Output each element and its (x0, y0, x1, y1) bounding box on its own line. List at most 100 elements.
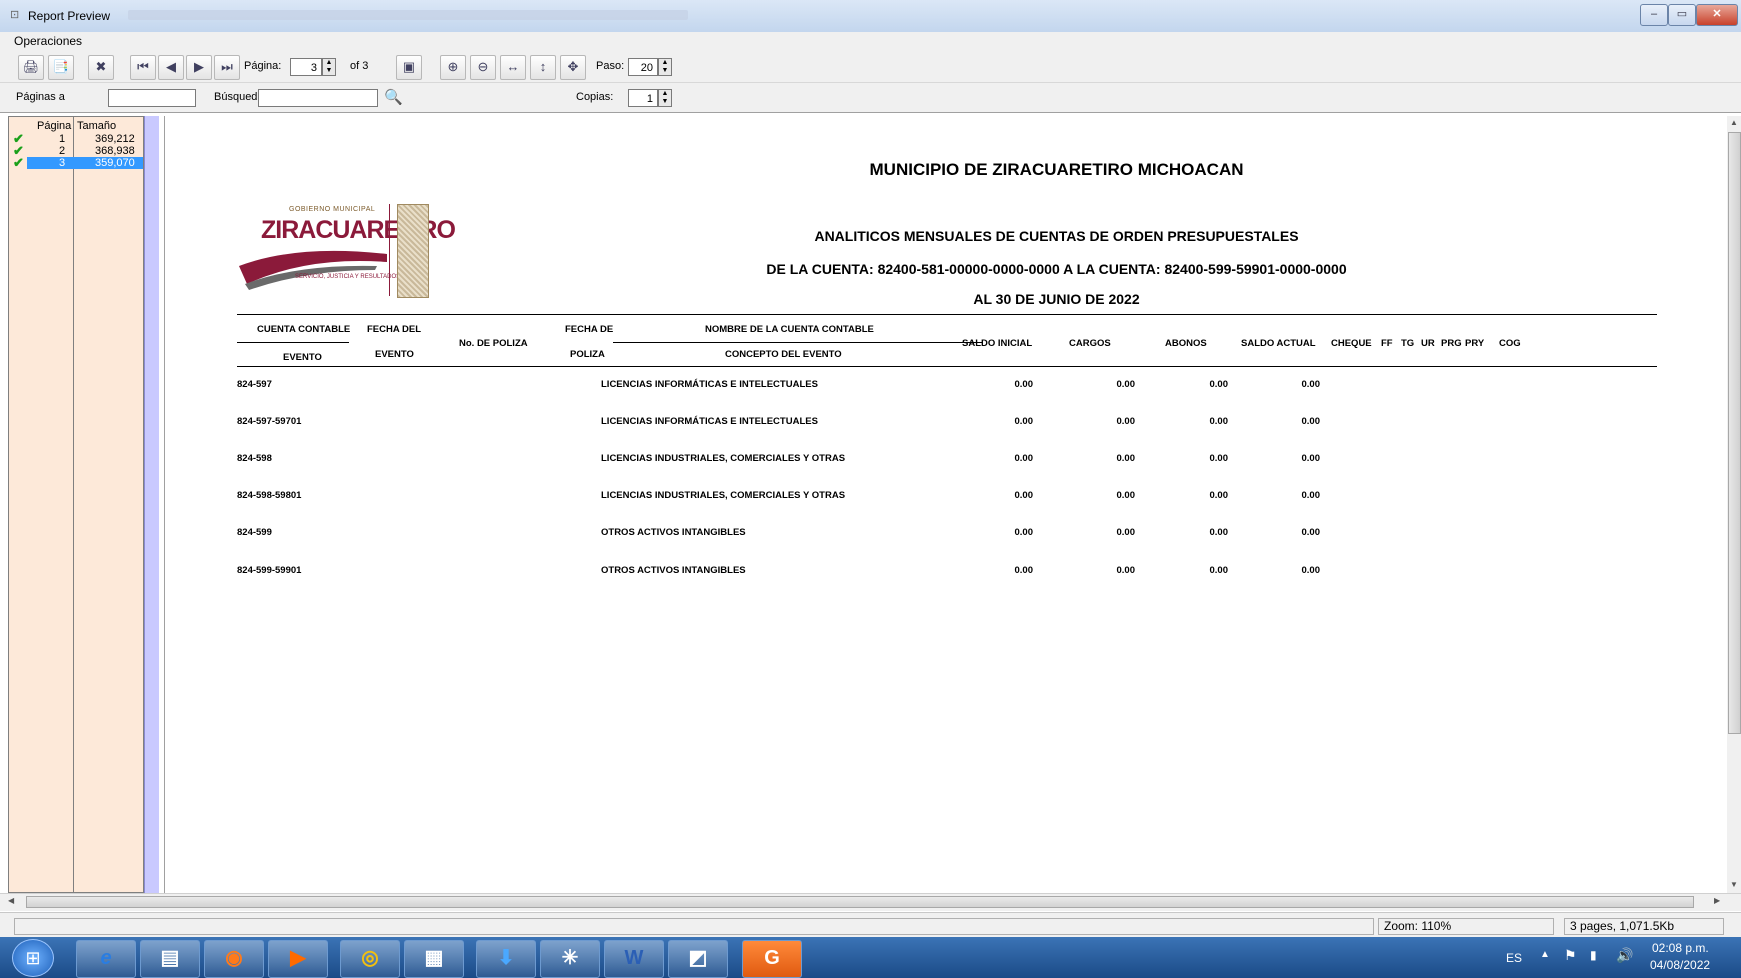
vertical-scrollbar[interactable]: ▲ ▼ (1727, 116, 1741, 893)
pdf-app-icon[interactable]: G (742, 940, 802, 978)
row-cuenta: 824-598-59801 (237, 490, 302, 501)
fit-height-icon[interactable]: ↕ (530, 55, 556, 80)
menu-operaciones[interactable]: Operaciones (14, 34, 82, 48)
horizontal-scroll-thumb[interactable] (26, 896, 1694, 908)
internet-explorer-icon[interactable]: e (76, 940, 136, 978)
print-icon[interactable]: 🖨 (18, 55, 44, 80)
paginas-label: Páginas a (16, 91, 65, 103)
column-divider (73, 117, 74, 892)
copias-label: Copias: (576, 91, 614, 103)
col-fecha-de: FECHA DE (565, 324, 614, 335)
word-icon[interactable]: W (604, 940, 664, 978)
volume-icon[interactable]: 🔊 (1616, 947, 1633, 964)
row-cuenta: 824-599-59901 (237, 565, 302, 576)
row-cuenta: 824-599 (237, 527, 272, 538)
copias-input[interactable]: 1 (628, 89, 658, 107)
print-setup-icon[interactable]: 📑 (48, 55, 74, 80)
scroll-down-icon[interactable]: ▼ (1730, 880, 1738, 889)
row-nombre: LICENCIAS INFORMÁTICAS E INTELECTUALES (601, 416, 818, 427)
row-saldo-actual: 0.00 (1301, 565, 1321, 576)
report-page: GOBIERNO MUNICIPAL ZIRACUARETIRO SERVICI… (164, 116, 1728, 893)
col-pagina-header: Página (37, 120, 72, 132)
scroll-right-icon[interactable]: ▶ (1714, 896, 1720, 905)
row-abonos: 0.00 (1209, 490, 1229, 501)
paginas-input[interactable] (108, 89, 196, 107)
row-saldo-inicial: 0.00 (1014, 379, 1034, 390)
coat-of-arms-icon (397, 204, 429, 298)
next-page-icon[interactable]: ▶ (186, 55, 212, 80)
close-preview-icon[interactable]: ✖ (88, 55, 114, 80)
row-cargos: 0.00 (1116, 527, 1136, 538)
row-nombre: OTROS ACTIVOS INTANGIBLES (601, 565, 746, 576)
start-button[interactable]: ⊞ (12, 939, 54, 977)
file-explorer-icon[interactable]: ▤ (140, 940, 200, 978)
chrome-icon[interactable]: ◎ (340, 940, 400, 978)
col-abonos: ABONOS (1165, 338, 1207, 349)
col-pry: PRY (1465, 338, 1485, 349)
scroll-up-icon[interactable]: ▲ (1730, 118, 1738, 127)
page-spinner-arrows[interactable]: ▲ ▼ (322, 58, 336, 76)
paso-input[interactable]: 20 (628, 58, 658, 76)
network-app-icon[interactable]: ✳ (540, 940, 600, 978)
logo-divider (389, 204, 390, 296)
row-abonos: 0.00 (1209, 416, 1229, 427)
clock-date[interactable]: 04/08/2022 (1650, 958, 1710, 972)
row-nombre: LICENCIAS INDUSTRIALES, COMERCIALES Y OT… (601, 453, 846, 464)
col-concepto: CONCEPTO DEL EVENTO (725, 349, 842, 360)
title-bar: ⊡ Report Preview – ▭ ✕ (0, 0, 1741, 33)
fit-width-icon[interactable]: ↔ (500, 55, 526, 80)
fit-page-icon[interactable]: ✥ (560, 55, 586, 80)
row-cuenta: 824-598 (237, 453, 272, 464)
row-nombre: LICENCIAS INDUSTRIALES, COMERCIALES Y OT… (601, 490, 846, 501)
logo-top-text: GOBIERNO MUNICIPAL (289, 206, 376, 213)
prev-page-icon[interactable]: ◀ (158, 55, 184, 80)
first-page-icon[interactable]: ⏮ (130, 55, 156, 80)
row-nombre: OTROS ACTIVOS INTANGIBLES (601, 527, 746, 538)
row-abonos: 0.00 (1209, 379, 1229, 390)
search-icon[interactable]: 🔍 (384, 88, 403, 106)
maximize-button[interactable]: ▭ (1668, 4, 1696, 26)
table-row: 824-599-59901 OTROS ACTIVOS INTANGIBLES … (165, 565, 1728, 579)
language-indicator[interactable]: ES (1506, 951, 1522, 965)
copias-spinner-arrows[interactable]: ▲ ▼ (658, 89, 672, 107)
action-center-icon[interactable]: ⚑ (1564, 947, 1577, 964)
paso-spinner-arrows[interactable]: ▲ ▼ (658, 58, 672, 76)
toolbar: 🖨 📑 ✖ ⏮ ◀ ▶ ⏭ Página: 3 ▲ ▼ of 3 ▣ ⊕ ⊖ ↔ … (0, 52, 1741, 83)
search-bar: Páginas a Búsqued 🔍 Copias: 1 ▲ ▼ (0, 83, 1741, 113)
app-window-icon[interactable]: ◩ (668, 940, 728, 978)
page-number-input[interactable]: 3 (290, 58, 322, 76)
calculator-icon[interactable]: ▦ (404, 940, 464, 978)
menu-bar: Operaciones (0, 32, 1741, 52)
page-list-row[interactable]: ✔ 1 369,212 (9, 131, 143, 146)
zoom-out-icon[interactable]: ⊖ (470, 55, 496, 80)
page-size: 369,212 (95, 133, 135, 145)
firefox-icon[interactable]: ◉ (204, 940, 264, 978)
page-number: 2 (59, 145, 66, 157)
page-list-scrollbar[interactable] (144, 116, 159, 893)
network-icon[interactable]: ▮ (1590, 948, 1597, 962)
col-saldo-actual: SALDO ACTUAL (1241, 338, 1316, 349)
scroll-left-icon[interactable]: ◀ (8, 896, 14, 905)
download-icon[interactable]: ⬇ (476, 940, 536, 978)
clock-time[interactable]: 02:08 p.m. (1652, 941, 1709, 955)
busqueda-input[interactable] (258, 89, 378, 107)
row-saldo-actual: 0.00 (1301, 527, 1321, 538)
minimize-button[interactable]: – (1640, 4, 1668, 26)
horizontal-scrollbar[interactable]: ◀ ▶ (0, 893, 1741, 911)
tray-expand-icon[interactable]: ▲ (1540, 949, 1550, 960)
close-button[interactable]: ✕ (1696, 4, 1738, 26)
zoom-in-icon[interactable]: ⊕ (440, 55, 466, 80)
page-setup-icon[interactable]: ▣ (396, 55, 422, 80)
page-list-row[interactable]: ✔ 2 368,938 (9, 143, 143, 158)
header-bottom-rule (237, 366, 1657, 367)
pages-status: 3 pages, 1,071.5Kb (1564, 918, 1724, 935)
media-player-icon[interactable]: ▶ (268, 940, 328, 978)
page-of-label: of 3 (350, 60, 369, 72)
row-saldo-inicial: 0.00 (1014, 527, 1034, 538)
header-top-rule (237, 314, 1657, 315)
page-list-row-selected[interactable]: 3 359,070 (27, 157, 143, 169)
table-row: 824-598 LICENCIAS INDUSTRIALES, COMERCIA… (165, 453, 1728, 467)
vertical-scroll-thumb[interactable] (1728, 132, 1741, 734)
report-subtitle: ANALITICOS MENSUALES DE CUENTAS DE ORDEN… (814, 228, 1299, 244)
last-page-icon[interactable]: ⏭ (214, 55, 240, 80)
